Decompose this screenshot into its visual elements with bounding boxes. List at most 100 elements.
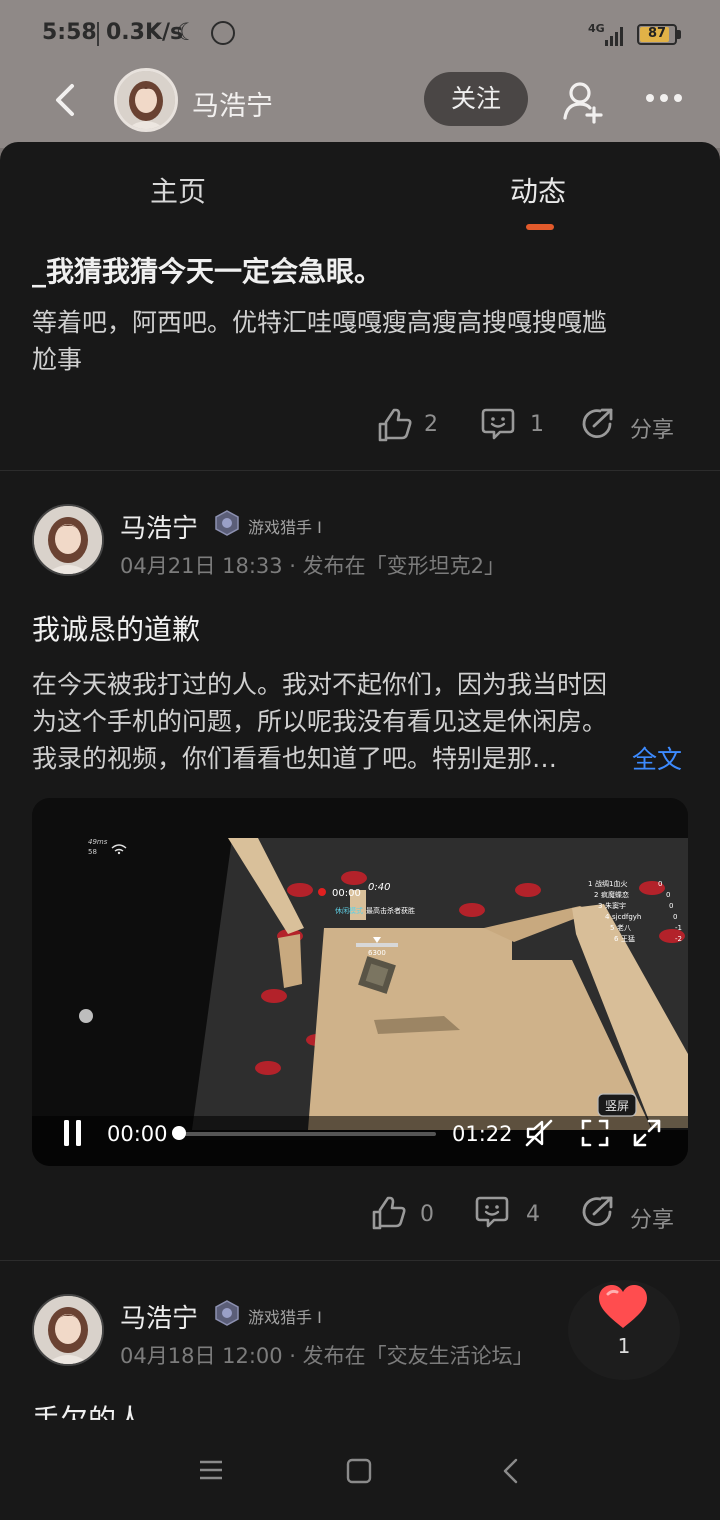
share-button[interactable] <box>580 406 616 446</box>
square-home-icon <box>346 1458 372 1484</box>
post-body-line: 等着吧，阿西吧。优特汇哇嘎嘎瘦高瘦高搜嘎搜嘎尴 <box>32 308 608 337</box>
portrait-mode-button: 竖屏 <box>605 1099 629 1113</box>
video-player[interactable]: 6300 49ms 58 00:00 0:40 休闲模式 最高击杀者获胜 1 战绸… <box>32 798 688 1166</box>
video-duration: 01:22 <box>452 1122 513 1146</box>
svg-text:2: 2 <box>594 891 598 899</box>
expand-icon <box>633 1119 661 1147</box>
tab-feed[interactable]: 动态 <box>510 170 566 210</box>
profile-header: 马浩宁 关注 <box>0 68 720 148</box>
svg-text:-1: -1 <box>675 924 682 932</box>
chevron-left-icon <box>503 1458 518 1484</box>
share-icon <box>582 408 613 439</box>
add-friend-button[interactable] <box>560 78 606 124</box>
back-button[interactable] <box>46 80 86 120</box>
video-progress-handle[interactable] <box>172 1126 186 1140</box>
game-hunter-badge-icon <box>214 1300 240 1326</box>
svg-text:0: 0 <box>673 913 677 921</box>
signal-icon <box>605 24 627 46</box>
comment-icon <box>481 408 515 440</box>
hud-ping: 49ms <box>88 838 108 846</box>
floating-like-button[interactable]: 1 <box>568 1280 680 1380</box>
add-user-icon <box>563 82 603 124</box>
svg-text:朱窦宇: 朱窦宇 <box>605 901 626 910</box>
svg-text:0: 0 <box>666 891 670 899</box>
comment-count: 4 <box>526 1202 540 1227</box>
pause-icon <box>64 1120 81 1146</box>
svg-text:6: 6 <box>614 935 619 943</box>
fullscreen-button[interactable] <box>632 1118 662 1152</box>
post-meta[interactable]: 04月18日 12:00 · 发布在「交友生活论坛」 <box>120 1340 534 1370</box>
hud-mode-desc: 最高击杀者获胜 <box>366 906 415 915</box>
share-label[interactable]: 分享 <box>630 412 674 444</box>
video-progress-track[interactable] <box>178 1132 436 1136</box>
mute-button[interactable] <box>524 1118 554 1152</box>
post-author-name[interactable]: 马浩宁 <box>120 508 198 545</box>
more-button[interactable] <box>644 86 684 110</box>
user-badge: 游戏猎手 Ⅰ <box>248 518 322 537</box>
post-divider <box>0 470 720 471</box>
follow-button[interactable]: 关注 <box>424 72 528 126</box>
hud-mode: 休闲模式 <box>335 906 363 915</box>
system-back-button[interactable] <box>500 1458 522 1488</box>
like-count: 2 <box>424 412 438 437</box>
comment-button[interactable] <box>480 406 516 446</box>
menu-button[interactable] <box>198 1458 224 1486</box>
mute-icon <box>525 1119 553 1147</box>
svg-text:王猛: 王猛 <box>621 934 635 943</box>
battery-level: 87 <box>647 26 667 41</box>
post-divider <box>0 1260 720 1261</box>
chevron-left-icon <box>56 84 74 116</box>
share-label[interactable]: 分享 <box>630 1202 674 1234</box>
video-current-time: 00:00 <box>107 1122 168 1146</box>
pause-button[interactable] <box>62 1118 84 1152</box>
svg-text:3: 3 <box>598 902 602 910</box>
floating-like-count: 1 <box>617 1334 631 1358</box>
post-body[interactable]: 等着吧，阿西吧。优特汇哇嘎嘎瘦高瘦高搜嘎搜嘎尴 尬事 <box>32 304 692 378</box>
post-author-name[interactable]: 马浩宁 <box>120 1298 198 1335</box>
more-icon <box>646 94 682 102</box>
svg-text:老八: 老八 <box>617 923 631 932</box>
post-title[interactable]: _我猜我猜今天一定会急眼。 <box>32 250 382 290</box>
video-frame: 6300 49ms 58 00:00 0:40 休闲模式 最高击杀者获胜 1 战绸… <box>32 798 688 1166</box>
comment-button[interactable] <box>474 1194 510 1234</box>
svg-text:0: 0 <box>669 902 673 910</box>
svg-text:0: 0 <box>658 880 662 888</box>
post-title[interactable]: 我诚恳的道歉 <box>32 608 200 648</box>
hud-timer: 00:00 <box>332 888 361 899</box>
post-author-avatar[interactable] <box>32 1294 104 1366</box>
thumbs-up-icon <box>378 408 412 442</box>
status-bar: 5:58 0.3K/s ☾ 4G 87 <box>0 0 720 68</box>
svg-text:5: 5 <box>610 924 614 932</box>
moon-icon: ☾ <box>176 18 198 46</box>
thumbs-up-icon <box>372 1196 406 1230</box>
post-meta[interactable]: 04月21日 18:33 · 发布在「变形坦克2」 <box>120 550 505 580</box>
post-body-line: 我录的视频，你们看看也知道了吧。特别是那… <box>32 744 558 773</box>
post-body-line: 在今天被我打过的人。我对不起你们，因为我当时因 <box>32 670 608 699</box>
battery-tip <box>677 30 681 39</box>
post-author-avatar[interactable] <box>32 504 104 576</box>
post-body-line: 尬事 <box>32 345 83 374</box>
home-button[interactable] <box>346 1458 372 1488</box>
tab-home[interactable]: 主页 <box>150 170 206 210</box>
crop-button[interactable] <box>580 1118 610 1152</box>
user-badge: 游戏猎手 Ⅰ <box>248 1308 322 1327</box>
game-hunter-badge-icon <box>214 510 240 536</box>
network-speed: 0.3K/s <box>106 20 184 45</box>
share-icon <box>582 1196 613 1227</box>
full-text-link[interactable]: 全文 <box>632 740 682 776</box>
post-body[interactable]: 在今天被我打过的人。我对不起你们，因为我当时因 为这个手机的问题，所以呢我没有看… <box>32 666 692 777</box>
hud-fps: 58 <box>88 848 97 856</box>
share-button[interactable] <box>580 1194 616 1234</box>
svg-text:疯魔蝶恋: 疯魔蝶恋 <box>601 890 629 899</box>
svg-text:sjcdfgyh: sjcdfgyh <box>612 913 641 921</box>
network-type: 4G <box>588 22 605 35</box>
like-button[interactable] <box>376 408 412 448</box>
hud-countdown: 0:40 <box>368 882 390 893</box>
battery-icon: 87 <box>637 24 677 45</box>
svg-text:1: 1 <box>588 880 592 888</box>
menu-icon <box>200 1460 222 1480</box>
svg-text:战绸1血火: 战绸1血火 <box>595 879 627 888</box>
like-button[interactable] <box>370 1196 406 1236</box>
tab-indicator <box>526 224 554 230</box>
header-avatar[interactable] <box>114 68 178 132</box>
